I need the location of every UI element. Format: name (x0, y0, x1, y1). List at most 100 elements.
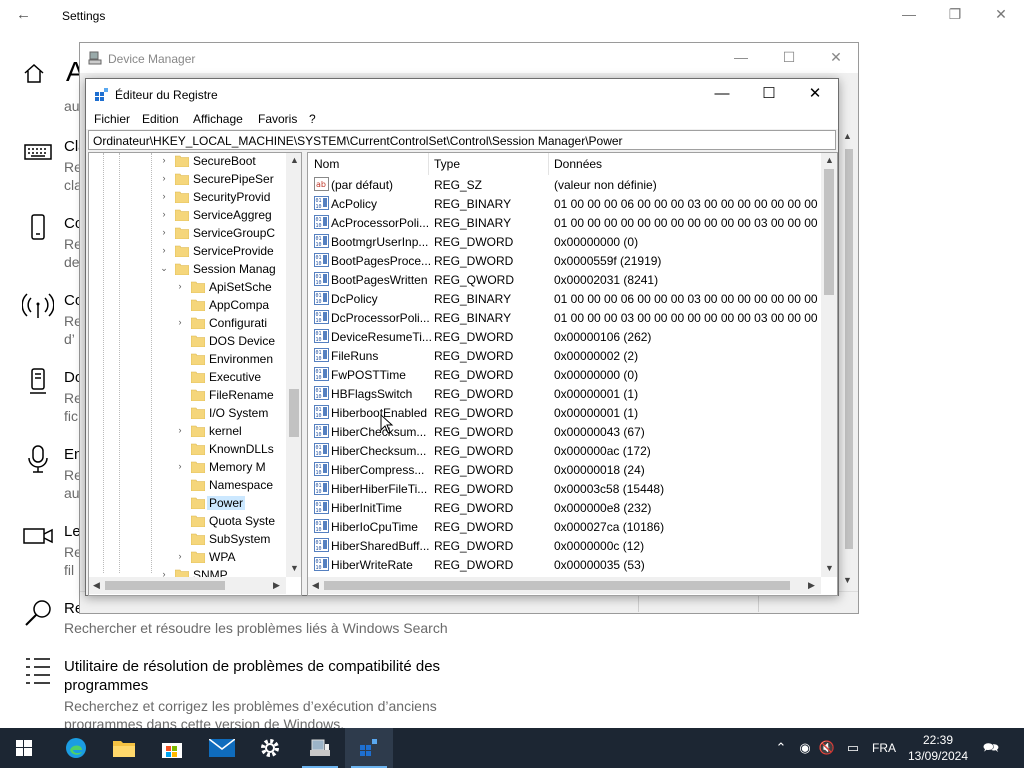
scroll-down-icon[interactable]: ▼ (290, 563, 299, 573)
tree-node-label[interactable]: ServiceGroupC (191, 226, 277, 240)
table-row[interactable]: ab (par défaut) REG_SZ (valeur non définie) (308, 175, 821, 194)
minimize-icon[interactable]: — (699, 83, 745, 107)
tree-node-label[interactable]: Session Manag (191, 262, 278, 276)
tree-vertical-scrollbar[interactable]: ▲ ▼ (286, 153, 301, 577)
network-icon[interactable]: ▭ (844, 740, 862, 756)
table-row[interactable]: 01 10 AcPolicy REG_BINARY 01 00 00 00 06 00 … (308, 194, 821, 213)
table-row[interactable]: 01 10 HiberInitTime REG_DWORD 0x000000e8 (23… (308, 498, 821, 517)
tree-node-label[interactable]: SecureBoot (191, 154, 258, 168)
tree-node-label[interactable]: Memory M (207, 460, 268, 474)
tree-node-label[interactable]: Quota Syste (207, 514, 277, 528)
menu-favoris[interactable]: Favoris (258, 112, 297, 126)
scroll-right-icon[interactable]: ▶ (808, 580, 815, 591)
settings-button[interactable] (246, 728, 294, 768)
table-row[interactable]: 01 10 DeviceResumeTi... REG_DWORD 0x00000106… (308, 327, 821, 346)
scroll-down-icon[interactable]: ▼ (843, 575, 852, 585)
input-language[interactable]: FRA (872, 741, 896, 755)
scroll-up-icon[interactable]: ▲ (825, 155, 834, 165)
scrollbar-thumb[interactable] (824, 169, 834, 295)
clock[interactable]: 22:39 13/09/2024 (906, 732, 970, 764)
tree-horizontal-scrollbar[interactable]: ◀ ▶ (89, 577, 286, 594)
back-arrow-icon[interactable]: ← (16, 6, 31, 23)
tree-node[interactable]: › SecurityProvid (89, 189, 286, 207)
tree-node-label[interactable]: KnownDLLs (207, 442, 276, 456)
restore-icon[interactable]: ❐ (940, 6, 970, 23)
tree-node[interactable]: Quota Syste (89, 513, 286, 531)
tree-node-label[interactable]: SecurePipeSer (191, 172, 276, 186)
table-row[interactable]: 01 10 AcProcessorPoli... REG_BINARY 01 00 00… (308, 213, 821, 232)
tree-node-label[interactable]: DOS Device (207, 334, 277, 348)
expand-icon[interactable]: › (175, 425, 185, 437)
close-icon[interactable]: ✕ (821, 49, 851, 66)
tree-node[interactable]: › SecureBoot (89, 153, 286, 171)
expand-icon[interactable]: › (159, 245, 169, 257)
expand-icon[interactable]: › (175, 551, 185, 563)
settings-item-title[interactable]: Utilitaire de résolution de problèmes de… (64, 658, 440, 675)
tree-node[interactable]: › Memory M (89, 459, 286, 477)
table-row[interactable]: 01 10 HiberChecksum... REG_DWORD 0x000000ac … (308, 441, 821, 460)
tree-node-label[interactable]: I/O System (207, 406, 270, 420)
scrollbar-thumb[interactable] (105, 581, 225, 590)
table-row[interactable]: 01 10 BootPagesWritten REG_QWORD 0x00002031 … (308, 270, 821, 289)
column-header-type[interactable]: Type (428, 153, 548, 175)
store-button[interactable] (148, 728, 196, 768)
settings-item-title[interactable]: programmes (64, 677, 148, 694)
tree-node[interactable]: › ServiceProvide (89, 243, 286, 261)
expand-icon[interactable]: › (159, 191, 169, 203)
home-icon[interactable] (22, 62, 46, 86)
webcam-icon[interactable]: ◉ (796, 740, 814, 756)
menu-help[interactable]: ? (309, 112, 316, 126)
scrollbar-thumb[interactable] (289, 389, 299, 437)
table-row[interactable]: 01 10 HiberIoCpuTime REG_DWORD 0x000027ca (1… (308, 517, 821, 536)
tree-node-label[interactable]: ServiceProvide (191, 244, 276, 258)
close-icon[interactable]: ✕ (986, 6, 1016, 23)
tree-node-label[interactable]: ApiSetSche (207, 280, 274, 294)
device-manager-taskbar-button[interactable] (296, 728, 344, 768)
registry-values-list[interactable]: Nom Type Données ab (par défaut) REG_SZ (va… (307, 152, 838, 596)
scrollbar-thumb[interactable] (324, 581, 790, 590)
tree-node-label[interactable]: Environmen (207, 352, 275, 366)
tree-node[interactable]: DOS Device (89, 333, 286, 351)
table-row[interactable]: 01 10 BootPagesProce... REG_DWORD 0x0000559f… (308, 251, 821, 270)
expand-icon[interactable]: › (159, 173, 169, 185)
edge-button[interactable] (52, 728, 100, 768)
values-vertical-scrollbar[interactable]: ▲ ▼ (821, 153, 837, 577)
tree-node-label[interactable]: WPA (207, 550, 237, 564)
expand-icon[interactable]: › (159, 227, 169, 239)
scroll-up-icon[interactable]: ▲ (290, 155, 299, 165)
mail-button[interactable] (197, 728, 245, 768)
menu-fichier[interactable]: Fichier (94, 112, 130, 126)
tree-node-label[interactable]: ServiceAggreg (191, 208, 274, 222)
close-icon[interactable]: ✕ (792, 83, 838, 107)
start-button[interactable] (0, 728, 48, 768)
tree-node[interactable]: › WPA (89, 549, 286, 567)
table-row[interactable]: 01 10 BootmgrUserInp... REG_DWORD 0x00000000… (308, 232, 821, 251)
device-manager-scrollbar[interactable]: ▲ ▼ (840, 129, 858, 589)
tree-node[interactable]: › SecurePipeSer (89, 171, 286, 189)
expand-icon[interactable]: › (159, 155, 169, 167)
tree-node[interactable]: ⌄ Session Manag (89, 261, 286, 279)
scroll-left-icon[interactable]: ◀ (312, 580, 319, 591)
tree-node-label[interactable]: FileRename (207, 388, 276, 402)
tree-node[interactable]: Namespace (89, 477, 286, 495)
maximize-icon[interactable]: ☐ (746, 83, 792, 107)
minimize-icon[interactable]: — (726, 49, 756, 65)
scroll-up-icon[interactable]: ▲ (843, 131, 852, 141)
table-row[interactable]: 01 10 FileRuns REG_DWORD 0x00000002 (2) (308, 346, 821, 365)
expand-icon[interactable]: › (175, 461, 185, 473)
minimize-icon[interactable]: — (894, 6, 924, 22)
regedit-taskbar-button[interactable] (345, 728, 393, 768)
tree-node[interactable]: Power (89, 495, 286, 513)
tree-node[interactable]: KnownDLLs (89, 441, 286, 459)
scrollbar-thumb[interactable] (845, 149, 853, 549)
table-row[interactable]: 01 10 FwPOSTTime REG_DWORD 0x00000000 (0) (308, 365, 821, 384)
column-header-data[interactable]: Données (548, 153, 820, 175)
tree-node[interactable]: Executive (89, 369, 286, 387)
tree-node[interactable]: I/O System (89, 405, 286, 423)
tree-node-label[interactable]: Executive (207, 370, 263, 384)
table-row[interactable]: 01 10 HiberCompress... REG_DWORD 0x00000018 … (308, 460, 821, 479)
maximize-icon[interactable]: ☐ (774, 49, 804, 66)
tree-node[interactable]: › ServiceAggreg (89, 207, 286, 225)
tree-node[interactable]: › kernel (89, 423, 286, 441)
scroll-left-icon[interactable]: ◀ (93, 580, 100, 591)
